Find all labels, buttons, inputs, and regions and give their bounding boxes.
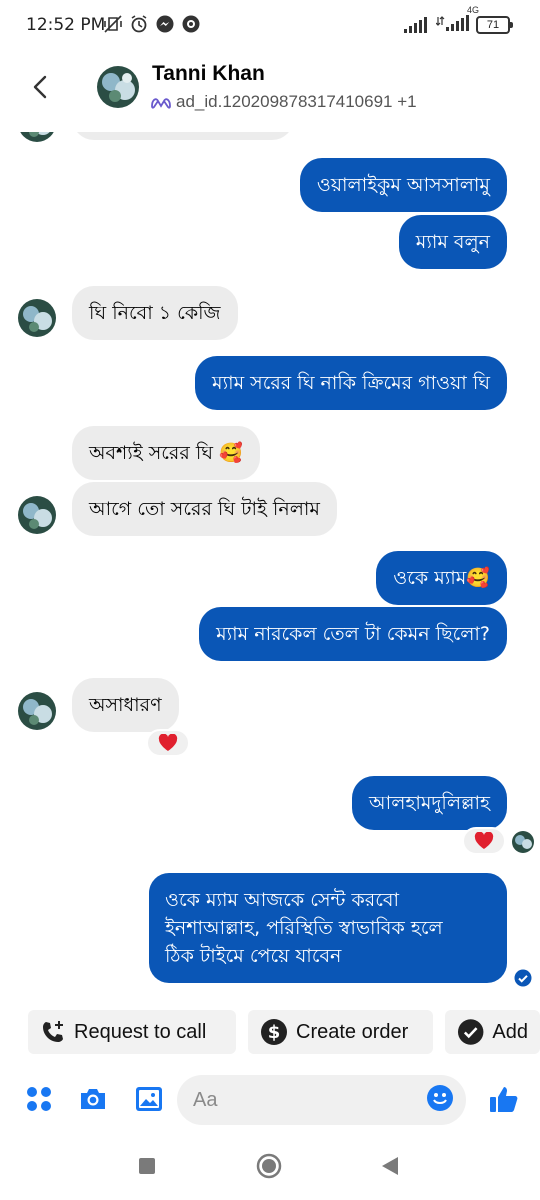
message-bubble-outgoing-multiline[interactable]: ওকে ম্যাম আজকে সেন্ট করবো ইনশাআল্লাহ, পর… (149, 873, 507, 983)
recent-apps-icon[interactable] (138, 1157, 156, 1175)
request-call-button[interactable]: Request to call (28, 1010, 236, 1054)
message-line: ঠিক টাইমে পেয়ে যাবেন (165, 945, 342, 967)
contact-subtitle: ad_id.120209878317410691 +1 (150, 92, 417, 112)
battery-icon: 71 (476, 16, 513, 34)
message-bubble-outgoing[interactable]: ওয়ালাইকুম আসসালামু (299, 158, 507, 212)
message-line: ইনশাআল্লাহ, পরিস্থিতি স্বাভাবিক হলে (165, 917, 443, 939)
contact-avatar[interactable] (97, 66, 139, 108)
message-bubble-outgoing[interactable]: ম্যাম বলুন (398, 215, 507, 269)
svg-text:$: $ (268, 1022, 281, 1043)
message-line: ওকে ম্যাম আজকে সেন্ট করবো (165, 889, 399, 911)
home-icon[interactable] (256, 1153, 282, 1179)
add-label: Add (492, 1020, 528, 1043)
signal-4g-icon: 4G (435, 5, 479, 36)
quick-actions-bar: Request to call $ Create order Add (0, 1010, 540, 1056)
message-bubble-incoming[interactable]: অসাধারণ (72, 678, 179, 732)
heart-icon (158, 734, 178, 751)
conversation-header: Tanni Khan ad_id.120209878317410691 +1 (0, 52, 540, 132)
emoji-icon[interactable] (426, 1084, 454, 1112)
message-bubble-incoming[interactable]: ঘি নিবো ১ কেজি (72, 286, 238, 340)
back-arrow-icon[interactable] (26, 72, 56, 102)
create-order-label: Create order (296, 1020, 409, 1043)
heart-icon (474, 832, 494, 849)
dollar-icon: $ (261, 1019, 287, 1045)
sender-avatar (18, 299, 56, 337)
create-order-button[interactable]: $ Create order (248, 1010, 433, 1054)
system-nav-bar (0, 1140, 540, 1200)
message-bubble-outgoing[interactable]: ম্যাম সরের ঘি নাকি ক্রিমের গাওয়া ঘি (195, 356, 507, 410)
add-button[interactable]: Add (445, 1010, 540, 1054)
status-icons-right: 4G 71 (404, 5, 513, 36)
meta-logo-icon (151, 98, 171, 109)
message-bubble-outgoing[interactable]: ম্যাম নারকেল তেল টা কেমন ছিলো? (199, 607, 507, 661)
gallery-icon[interactable] (134, 1084, 164, 1114)
reaction-heart[interactable] (462, 827, 506, 855)
message-bubble-outgoing[interactable]: ওকে ম্যাম🥰 (376, 551, 507, 605)
message-bubble-incoming[interactable]: আগে তো সরের ঘি টাই নিলাম (72, 482, 337, 536)
message-list[interactable]: ওয়ালাইকুম আসসালামু ম্যাম বলুন ঘি নিবো ১… (0, 132, 540, 1002)
mute-vibrate-icon (104, 15, 122, 33)
status-icons-left (103, 14, 201, 34)
thumbs-up-icon[interactable] (488, 1083, 520, 1115)
message-bubble-partial[interactable] (72, 132, 294, 140)
status-time: 12:52 PM (26, 15, 106, 35)
status-bar: 12:52 PM 4G 71 (0, 0, 540, 52)
sender-avatar (18, 132, 56, 142)
sender-avatar (18, 496, 56, 534)
contact-name[interactable]: Tanni Khan (152, 62, 265, 86)
alarm-icon (131, 15, 147, 33)
phone-add-icon (43, 1021, 63, 1042)
delivered-check-icon (514, 969, 532, 987)
messenger-notification-icon (156, 15, 174, 33)
message-bubble-outgoing[interactable]: আলহামদুলিল্লাহ (352, 776, 507, 830)
camera-icon[interactable] (78, 1084, 108, 1114)
sender-avatar (18, 692, 56, 730)
reaction-heart[interactable] (146, 729, 190, 757)
seen-avatar (512, 831, 534, 853)
apps-menu-icon[interactable] (24, 1084, 54, 1114)
back-nav-icon[interactable] (380, 1156, 400, 1176)
ad-id-label: ad_id.120209878317410691 +1 (176, 92, 417, 111)
check-circle-icon (457, 1019, 484, 1045)
network-label: 4G (467, 5, 480, 15)
message-bubble-incoming[interactable]: অবশ্যই সরের ঘি 🥰 (72, 426, 260, 480)
request-call-label: Request to call (74, 1020, 207, 1043)
app-notification-icon (182, 15, 200, 33)
signal-icon (404, 17, 427, 33)
message-input[interactable]: Aa (177, 1075, 466, 1125)
composer-bar: Aa (0, 1072, 540, 1128)
